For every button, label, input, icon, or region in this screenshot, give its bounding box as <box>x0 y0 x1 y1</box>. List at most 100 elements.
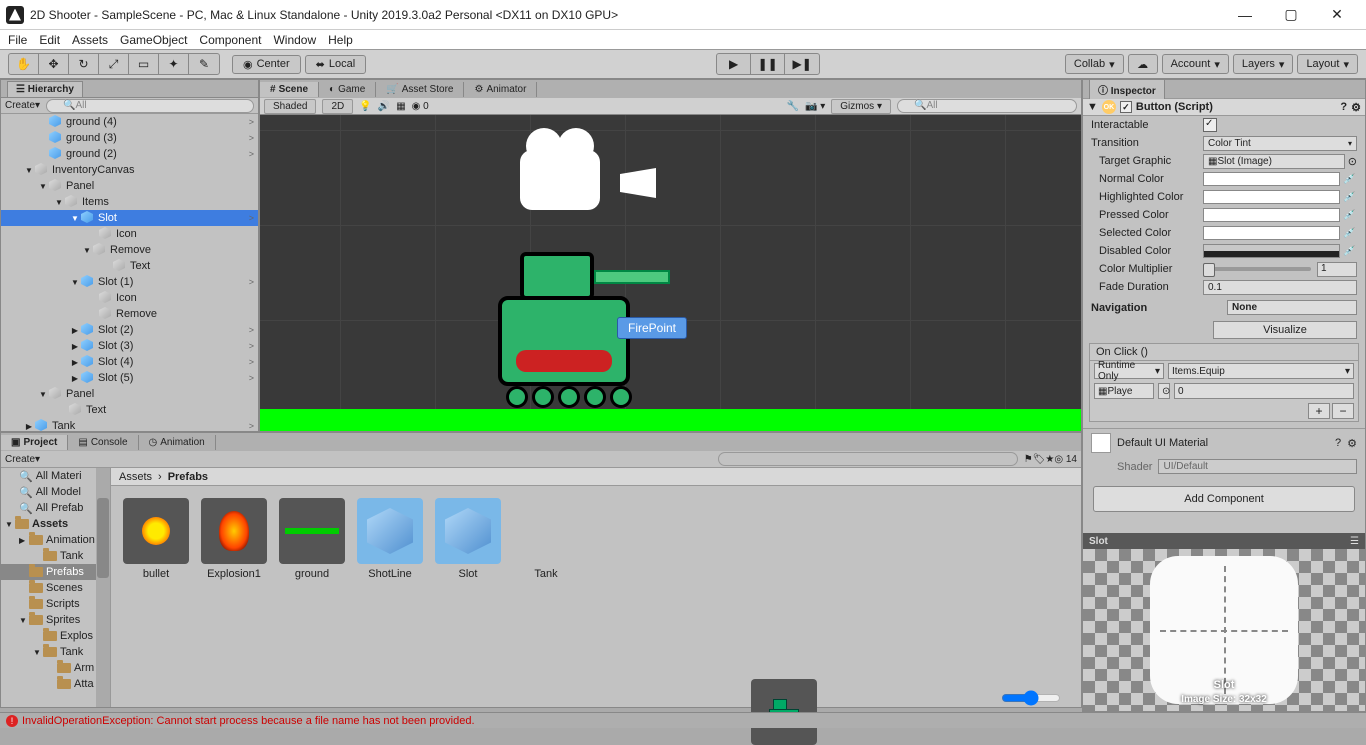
selected-color-field[interactable] <box>1203 226 1340 240</box>
firepoint-label[interactable]: FirePoint <box>617 317 687 339</box>
folder-item[interactable]: Tank <box>1 548 110 564</box>
favorite-icon[interactable]: ★ <box>1045 454 1054 465</box>
rotate-tool[interactable]: ↻ <box>69 54 99 74</box>
camera-icon[interactable]: 📷 ▾ <box>805 101 825 112</box>
hierarchy-item[interactable]: Icon <box>1 290 258 306</box>
folder-item[interactable]: Arm <box>1 660 110 676</box>
tank-object[interactable] <box>498 296 630 386</box>
component-gear-icon[interactable]: ⚙ <box>1351 101 1361 114</box>
hierarchy-item[interactable]: ▼InventoryCanvas <box>1 162 258 178</box>
fx-icon[interactable]: ▦ <box>396 101 405 112</box>
crumb-assets[interactable]: Assets <box>119 471 152 483</box>
runtime-dropdown[interactable]: Runtime Only▾ <box>1094 363 1164 379</box>
method-dropdown[interactable]: Items.Equip▾ <box>1168 363 1354 379</box>
2d-toggle[interactable]: 2D <box>322 99 353 114</box>
folder-item[interactable]: Explos <box>1 628 110 644</box>
target-field[interactable]: ▦ Playe <box>1094 383 1154 399</box>
color-multiplier-value[interactable]: 1 <box>1317 262 1357 277</box>
add-component-button[interactable]: Add Component <box>1093 486 1355 512</box>
asset-item[interactable]: ground <box>279 498 345 580</box>
pressed-color-field[interactable] <box>1203 208 1340 222</box>
eyedrop-icon[interactable]: 💉 <box>1343 228 1357 239</box>
hierarchy-item[interactable]: ▶Slot (2)> <box>1 322 258 338</box>
step-button[interactable]: ▶❚ <box>785 54 819 74</box>
transform-tool[interactable]: ✦ <box>159 54 189 74</box>
rect-tool[interactable]: ▭ <box>129 54 159 74</box>
hierarchy-item[interactable]: ▼Panel <box>1 178 258 194</box>
status-bar[interactable]: ! InvalidOperationException: Cannot star… <box>0 712 1366 728</box>
navigation-dropdown[interactable]: None <box>1227 300 1357 315</box>
color-multiplier-slider[interactable] <box>1203 267 1311 271</box>
cloud-button[interactable]: ☁ <box>1128 54 1158 74</box>
pause-button[interactable]: ❚❚ <box>751 54 785 74</box>
light-icon[interactable]: 💡 <box>359 101 371 112</box>
project-create[interactable]: Create <box>5 454 35 465</box>
eyedrop-icon[interactable]: 💉 <box>1343 192 1357 203</box>
scene-search[interactable]: 🔍All <box>897 99 1077 113</box>
folder-item[interactable]: ▶Animation <box>1 532 110 548</box>
object-picker-icon[interactable]: ⊙ <box>1348 155 1357 168</box>
hierarchy-item[interactable]: ▼Items <box>1 194 258 210</box>
component-header[interactable]: ▼OK ✓ Button (Script) ? ⚙ <box>1083 98 1365 116</box>
account-dropdown[interactable]: Account ▾ <box>1162 54 1229 74</box>
folder-item[interactable]: Scripts <box>1 596 110 612</box>
hierarchy-search[interactable]: 🔍All <box>46 99 254 113</box>
tools-icon[interactable]: 🔧 <box>787 101 799 112</box>
folder-item[interactable]: 🔍All Model <box>1 484 110 500</box>
folder-item[interactable]: ▼Tank <box>1 644 110 660</box>
hierarchy-item[interactable]: ground (3)> <box>1 130 258 146</box>
tab-console[interactable]: ▤ Console <box>68 435 138 450</box>
target-graphic-field[interactable]: ▦ Slot (Image) <box>1203 154 1345 169</box>
hierarchy-item[interactable]: ▶Slot (3)> <box>1 338 258 354</box>
hierarchy-item[interactable]: Text <box>1 258 258 274</box>
folder-item[interactable]: ▼Sprites <box>1 612 110 628</box>
minimize-button[interactable]: — <box>1222 0 1268 30</box>
filter-icon-2[interactable]: 🏷 <box>1033 454 1046 465</box>
eyedrop-icon[interactable]: 💉 <box>1343 210 1357 221</box>
preview-menu-icon[interactable]: ☰ <box>1350 536 1359 547</box>
play-button[interactable]: ▶ <box>717 54 751 74</box>
filter-icon[interactable]: ⚑ <box>1024 454 1033 465</box>
layout-dropdown[interactable]: Layout ▾ <box>1297 54 1358 74</box>
mip-icon[interactable]: ◉ 0 <box>412 101 429 112</box>
hidden-icon[interactable]: ◎ 14 <box>1054 454 1077 465</box>
collab-dropdown[interactable]: Collab ▾ <box>1065 54 1124 74</box>
hierarchy-item[interactable]: ground (4)> <box>1 114 258 130</box>
asset-item[interactable]: Explosion1 <box>201 498 267 580</box>
thumbnail-slider[interactable] <box>1001 692 1061 704</box>
tab-assetstore[interactable]: 🛒 Asset Store <box>376 82 464 97</box>
normal-color-field[interactable] <box>1203 172 1340 186</box>
folder-item[interactable]: Prefabs <box>1 564 110 580</box>
project-search[interactable] <box>718 452 1018 466</box>
pivot-local[interactable]: ⬌ Local <box>305 55 367 74</box>
asset-item[interactable]: ShotLine <box>357 498 423 580</box>
asset-item[interactable]: bullet <box>123 498 189 580</box>
tab-project[interactable]: ▣ Project <box>1 435 68 450</box>
add-listener-button[interactable]: + <box>1308 403 1330 419</box>
hierarchy-item[interactable]: ground (2)> <box>1 146 258 162</box>
hierarchy-tab[interactable]: ☰ Hierarchy <box>7 81 83 97</box>
tab-game[interactable]: ◐ Game <box>319 82 376 97</box>
hierarchy-item[interactable]: ▼Slot> <box>1 210 258 226</box>
inspector-tab[interactable]: ⓘ Inspector <box>1089 79 1165 99</box>
hierarchy-create[interactable]: Create <box>5 100 35 111</box>
material-header[interactable]: Default UI Material?⚙ <box>1083 428 1365 457</box>
menu-help[interactable]: Help <box>328 33 353 47</box>
menu-assets[interactable]: Assets <box>72 33 108 47</box>
scene-view[interactable]: FirePoint <box>260 115 1081 431</box>
hierarchy-item[interactable]: ▼Slot (1)> <box>1 274 258 290</box>
argument-field[interactable]: 0 <box>1174 383 1354 399</box>
folders-scrollbar[interactable] <box>96 468 110 707</box>
hand-tool[interactable]: ✋ <box>9 54 39 74</box>
close-button[interactable]: ✕ <box>1314 0 1360 30</box>
move-tool[interactable]: ✥ <box>39 54 69 74</box>
hierarchy-item[interactable]: ▶Slot (4)> <box>1 354 258 370</box>
layers-dropdown[interactable]: Layers ▾ <box>1233 54 1294 74</box>
remove-listener-button[interactable]: − <box>1332 403 1354 419</box>
folder-item[interactable]: Scenes <box>1 580 110 596</box>
highlighted-color-field[interactable] <box>1203 190 1340 204</box>
hierarchy-item[interactable]: ▼Remove <box>1 242 258 258</box>
menu-edit[interactable]: Edit <box>39 33 60 47</box>
gizmos-dropdown[interactable]: Gizmos ▾ <box>831 99 891 114</box>
menu-file[interactable]: File <box>8 33 27 47</box>
